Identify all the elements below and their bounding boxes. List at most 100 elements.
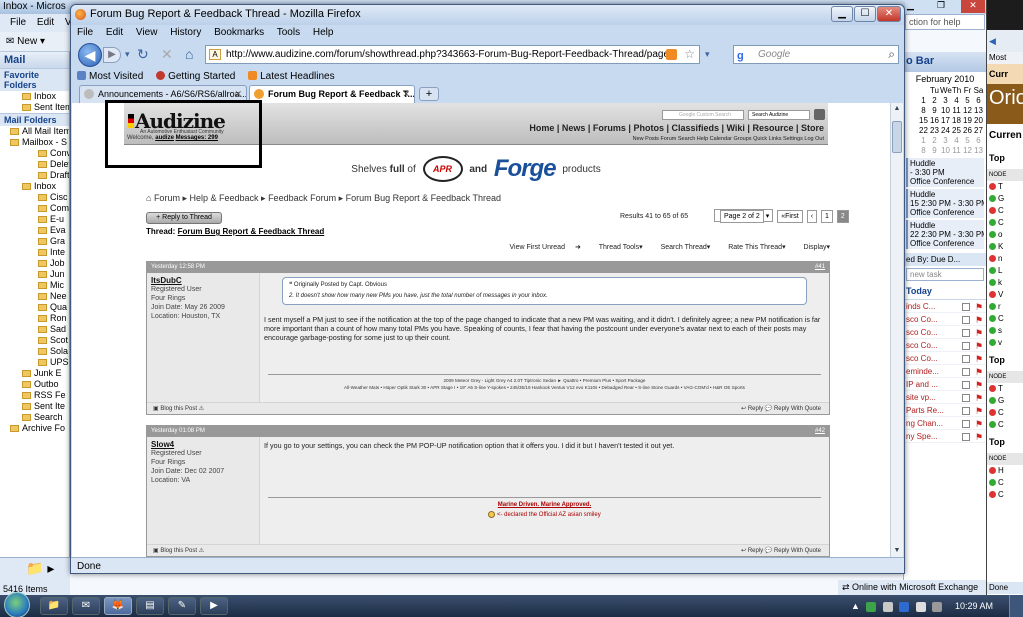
folder-item[interactable]: Ron (0, 313, 69, 324)
side-list-row[interactable]: K (987, 241, 1023, 253)
task-checkbox[interactable] (962, 316, 970, 324)
side-list-row[interactable]: C (987, 477, 1023, 489)
first-page-link[interactable]: «First (777, 210, 803, 223)
task-item[interactable]: ng Chan... ⚑ (904, 417, 986, 430)
folder-item[interactable]: Sola (0, 346, 69, 357)
taskbar-explorer-icon[interactable]: 📁 (40, 597, 68, 615)
folder-item[interactable]: Junk E (0, 368, 69, 379)
close-icon[interactable]: ✕ (961, 0, 985, 13)
tray-battery-icon[interactable] (882, 601, 893, 612)
calendar-day[interactable]: 13 (973, 106, 984, 116)
menu-tools[interactable]: Tools (277, 27, 300, 38)
calendar-day[interactable]: 10 (940, 106, 951, 116)
appointment-item[interactable]: Huddle 15 2:30 PM - 3:30 PM Office Confere… (906, 189, 984, 218)
help-search-box[interactable]: ction for help (905, 14, 985, 30)
bookmark-latest-headlines[interactable]: Latest Headlines (248, 71, 335, 82)
outlook-menu-edit[interactable]: Edit (37, 17, 54, 28)
calendar-day[interactable]: 9 (929, 106, 940, 116)
forum-main-nav[interactable]: Home | News | Forums | Photos | Classifi… (529, 123, 824, 133)
calendar-day[interactable]: 17 (940, 116, 951, 126)
taskbar-media-icon[interactable]: ▶ (200, 597, 228, 615)
calendar-day[interactable]: 22 (918, 126, 929, 136)
side-list-row[interactable]: v (987, 337, 1023, 349)
flag-icon[interactable]: ⚑ (975, 431, 983, 442)
forum-sub-nav[interactable]: New Posts Forum Search Help Calendar Gro… (633, 136, 824, 142)
favorite-folder-sent[interactable]: Sent Items (0, 102, 69, 113)
task-item[interactable]: Parts Re... ⚑ (904, 404, 986, 417)
url-bar[interactable]: A http://www.audizine.com/forum/showthre… (205, 45, 700, 64)
calendar-day[interactable]: 27 (973, 126, 984, 136)
menu-file[interactable]: File (77, 27, 93, 38)
folder-item[interactable]: Conver (0, 148, 69, 159)
home-icon[interactable]: ⌂ (185, 46, 193, 62)
calendar-day[interactable]: 11 (951, 146, 962, 156)
calendar-day[interactable]: 24 (940, 126, 951, 136)
calendar-day[interactable]: 18 (951, 116, 962, 126)
side-list-row[interactable]: NODE (987, 169, 1023, 181)
tab-forum-bug-report[interactable]: Forum Bug Report & Feedback T... ✕ (249, 85, 415, 103)
appointment-item[interactable]: Huddle 22 2:30 PM - 3:30 PM Office Confere… (906, 220, 984, 249)
task-checkbox[interactable] (962, 407, 970, 415)
task-checkbox[interactable] (962, 329, 970, 337)
calendar-day[interactable]: 6 (973, 136, 984, 146)
menu-help[interactable]: Help (313, 27, 334, 38)
folder-item[interactable]: Outbo (0, 379, 69, 390)
report-icon[interactable]: ⚠ (199, 548, 204, 554)
minimize-icon[interactable]: ▁ (907, 0, 914, 11)
scroll-up-icon[interactable]: ▲ (891, 103, 903, 115)
task-item[interactable]: IP and ... ⚑ (904, 378, 986, 391)
report-icon[interactable]: ⚠ (199, 406, 204, 412)
side-list-row[interactable]: NODE (987, 453, 1023, 465)
calendar-day[interactable]: 19 (962, 116, 973, 126)
forward-button[interactable]: ▶ (103, 47, 121, 63)
flag-icon[interactable]: ⚑ (975, 392, 983, 403)
folder-item[interactable]: UPS (0, 357, 69, 368)
folder-item[interactable]: Job (0, 258, 69, 269)
reply-with-quote-button[interactable]: 💬 Reply With Quote (765, 406, 821, 412)
task-checkbox[interactable] (962, 420, 970, 428)
calendar-day[interactable]: 12 (962, 146, 973, 156)
arranged-by[interactable]: ed By: Due D... (904, 253, 986, 266)
task-checkbox[interactable] (962, 355, 970, 363)
calendar-day[interactable]: 1 (918, 136, 929, 146)
favorite-folder-inbox[interactable]: Inbox (0, 91, 69, 102)
calendar-day[interactable]: 1 (918, 96, 929, 106)
thread-title-link[interactable]: Forum Bug Report & Feedback Thread (178, 227, 325, 236)
side-list-row[interactable]: G (987, 395, 1023, 407)
folder-item[interactable]: Cisc (0, 192, 69, 203)
taskbar-tool-icon[interactable]: ✎ (168, 597, 196, 615)
side-list-row[interactable]: r (987, 301, 1023, 313)
scrollbar-thumb[interactable] (892, 121, 902, 153)
task-checkbox[interactable] (962, 303, 970, 311)
calendar-day[interactable]: 11 (951, 106, 962, 116)
task-checkbox[interactable] (962, 381, 970, 389)
flag-icon[interactable]: ⚑ (975, 353, 983, 364)
folder-item[interactable]: Qua (0, 302, 69, 313)
reply-with-quote-button[interactable]: 💬 Reply With Quote (765, 548, 821, 554)
close-icon[interactable]: ✕ (877, 6, 901, 22)
mail-folders-header[interactable]: Mail Folders (0, 113, 69, 126)
calendar-day[interactable]: 25 (951, 126, 962, 136)
reply-to-thread-button[interactable]: + Reply to Thread (146, 212, 222, 224)
post-username[interactable]: Slow4 (151, 440, 255, 449)
flag-icon[interactable]: ⚑ (975, 405, 983, 416)
calendar-day[interactable]: 10 (940, 146, 951, 156)
calendar-day[interactable]: 8 (918, 146, 929, 156)
task-checkbox[interactable] (962, 394, 970, 402)
new-task-input[interactable]: new task (906, 268, 984, 281)
side-list-row[interactable]: NODE (987, 371, 1023, 383)
folder-item[interactable]: Sad (0, 324, 69, 335)
side-back-icon[interactable]: ◀ (987, 36, 996, 46)
folder-item[interactable]: Search (0, 412, 69, 423)
side-tab[interactable]: Curr (987, 64, 1023, 84)
rss-feed-icon[interactable] (666, 49, 677, 60)
breadcrumb-forum[interactable]: Forum (154, 193, 180, 203)
page-scrollbar[interactable]: ▲ ▼ (890, 103, 903, 557)
menu-bookmarks[interactable]: Bookmarks (214, 27, 264, 38)
task-item[interactable]: sco Co... ⚑ (904, 326, 986, 339)
post-number-link[interactable]: #41 (815, 262, 825, 273)
bookmark-getting-started[interactable]: Getting Started (156, 71, 235, 82)
side-list-row[interactable]: H (987, 465, 1023, 477)
folder-item[interactable]: Sent Ite (0, 401, 69, 412)
folder-item[interactable]: Inbox (0, 181, 69, 192)
